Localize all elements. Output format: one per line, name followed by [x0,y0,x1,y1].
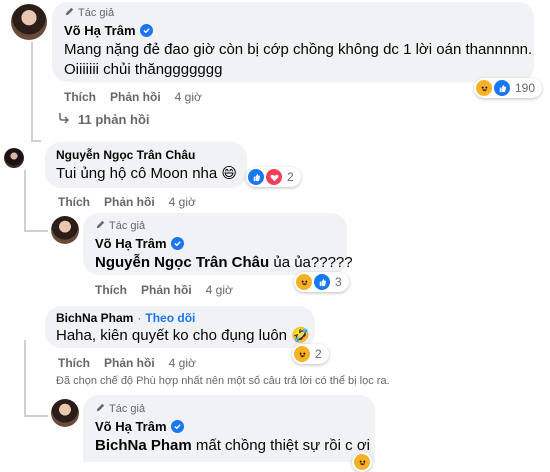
pencil-icon [95,402,106,416]
author-tag: Tác giả [95,402,145,416]
reply-arrow-icon [58,112,70,127]
comment-text: BichNa Pham mất chồng thiệt sự rồi c ơi [95,436,370,456]
timestamp[interactable]: 4 giờ [206,283,233,297]
verified-icon [170,237,184,250]
author-tag: Tác giả [64,6,114,20]
comment-author[interactable]: Võ Hạ Trâm [95,236,184,251]
timestamp[interactable]: 4 giờ [175,90,202,104]
pencil-icon [95,219,106,233]
avatar[interactable] [4,148,24,168]
reply-button[interactable]: Phản hồi [104,356,155,370]
haha-icon [354,454,370,470]
author-tag-label: Tác giả [78,7,115,19]
author-name[interactable]: BichNa Pham [56,311,133,325]
reaction-count: 2 [287,170,294,184]
mention-link[interactable]: Nguyễn Ngọc Trân Châu [95,254,269,271]
avatar[interactable] [51,399,79,427]
timestamp[interactable]: 4 giờ [169,195,196,209]
pencil-icon [64,6,75,20]
verified-icon [170,420,184,433]
thread-line [31,140,41,142]
comment-author[interactable]: Võ Hạ Trâm [95,419,184,434]
author-name[interactable]: Nguyễn Ngọc Trân Châu [56,148,195,162]
like-icon [494,80,510,96]
like-button[interactable]: Thích [95,283,127,297]
timestamp[interactable]: 4 giờ [169,356,196,370]
comment-body: ủa ủa????? [269,254,353,271]
reply-button[interactable]: Phản hồi [141,283,192,297]
filter-notice: Đã chọn chế độ Phù hợp nhất nên một số c… [56,375,390,387]
like-button[interactable]: Thích [58,195,90,209]
author-name[interactable]: Võ Hạ Trâm [95,419,167,434]
comment-text: Nguyễn Ngọc Trân Châu ủa ủa????? [95,253,353,273]
reaction-count: 190 [515,81,536,95]
author-name[interactable]: Võ Hạ Trâm [64,23,136,38]
like-icon [248,169,264,185]
reaction-summary[interactable]: 190 [474,78,543,98]
reaction-summary[interactable] [352,452,372,472]
comment-actions: Thích Phản hồi 4 giờ [95,283,233,297]
comment-text: Oiiiiiii chủi thănggggggg [64,61,223,78]
avatar[interactable] [11,4,47,40]
reaction-count: 3 [335,275,342,289]
haha-icon [476,80,492,96]
reply-button[interactable]: Phản hồi [110,90,161,104]
reaction-summary[interactable]: 2 [292,344,329,364]
thread-line [24,415,48,417]
comment-actions: Thích Phản hồi 4 giờ [58,195,196,209]
comment-text: Mang nặng đẻ đao giờ còn bị cớp chồng kh… [64,41,533,58]
haha-icon [296,274,312,290]
like-button[interactable]: Thích [64,90,96,104]
avatar[interactable] [51,216,79,244]
author-tag: Tác giả [95,219,145,233]
like-icon [314,274,330,290]
comment-author[interactable]: Võ Hạ Trâm [64,23,153,38]
reaction-count: 2 [315,347,322,361]
author-tag-label: Tác giả [109,403,146,415]
comment-actions: Thích Phản hồi 4 giờ [58,356,196,370]
comment-text: Tui ủng hộ cô Moon nha 😄 [56,165,238,182]
comment-body: mất chồng thiệt sự rồi c ơi [191,437,370,454]
thread-line [24,340,26,417]
reaction-summary[interactable]: 3 [294,272,349,292]
author-tag-label: Tác giả [109,220,146,232]
comment-text: Haha, kiên quyết ko cho đụng luôn 🤣 [56,327,310,344]
heart-icon [266,169,282,185]
reply-button[interactable]: Phản hồi [104,195,155,209]
comment-author[interactable]: BichNa Pham · Theo dõi [56,311,195,325]
comment-actions: Thích Phản hồi 4 giờ [64,90,202,104]
thread-line [24,170,26,232]
thread-line [31,42,33,142]
like-button[interactable]: Thích [58,356,90,370]
replies-count[interactable]: 11 phản hồi [78,112,150,127]
haha-icon [294,346,310,362]
comment-author[interactable]: Nguyễn Ngọc Trân Châu [56,148,195,162]
mention-link[interactable]: BichNa Pham [95,437,192,454]
follow-button[interactable]: Theo dõi [145,311,195,325]
view-replies-button[interactable]: 11 phản hồi [58,112,150,127]
author-name[interactable]: Võ Hạ Trâm [95,236,167,251]
thread-line [24,230,48,232]
verified-icon [139,24,153,37]
reaction-summary[interactable]: 2 [246,167,301,187]
